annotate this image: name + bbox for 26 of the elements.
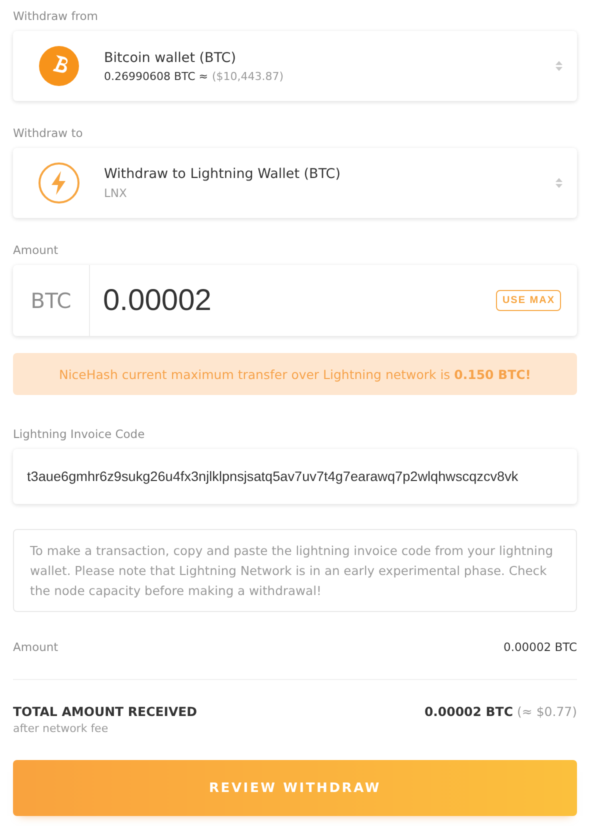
lightning-icon xyxy=(38,162,80,204)
total-note: after network fee xyxy=(13,722,110,735)
total-value: 0.00002 BTC xyxy=(424,704,513,719)
destination-select[interactable]: Withdraw to Lightning Wallet (BTC) LNX xyxy=(13,148,577,218)
notice-banner: NiceHash current maximum transfer over Lightning network is 0.150 BTC! xyxy=(13,353,577,395)
bitcoin-icon xyxy=(38,45,80,87)
currency-label: BTC xyxy=(13,265,90,336)
section-label: Withdraw from xyxy=(13,9,100,23)
total-label: TOTAL AMOUNT RECEIVED xyxy=(13,704,198,719)
info-text: To make a transaction, copy and paste the lightning invoice code from your lightning wallet. Please note that Lightning Network is in an early experimental phase. Check the node capacity before making a withdrawal! xyxy=(13,529,577,612)
wallet-balance: 0.26990608 BTC ≈ xyxy=(104,70,208,82)
amount-value: 0.00002 BTC xyxy=(504,640,577,654)
amount-input[interactable]: 0.00002 xyxy=(90,284,496,318)
destination-code: LNX xyxy=(104,186,128,200)
section-label: Withdraw to xyxy=(13,126,84,140)
total-fiat: (≈ $0.77) xyxy=(517,704,577,719)
wallet-name: Bitcoin wallet (BTC) xyxy=(104,50,237,66)
destination-name: Withdraw to Lightning Wallet (BTC) xyxy=(104,166,342,182)
invoice-input[interactable]: t3aue6gmhr6z9sukg26u4fx3njlklpnsjsatq5av7uv7t4g7earawq7p2wlqhwscqzcv8vk xyxy=(13,449,577,504)
sort-icon xyxy=(555,177,563,189)
section-label: Amount xyxy=(13,243,60,257)
section-label: Lightning Invoice Code xyxy=(13,427,146,441)
wallet-fiat: ($10,443.87) xyxy=(212,70,284,82)
amount-label: Amount xyxy=(13,640,58,654)
sort-icon xyxy=(555,60,563,72)
wallet-select[interactable]: Bitcoin wallet (BTC) 0.26990608 BTC ≈ ($10,443.87) xyxy=(13,31,577,101)
